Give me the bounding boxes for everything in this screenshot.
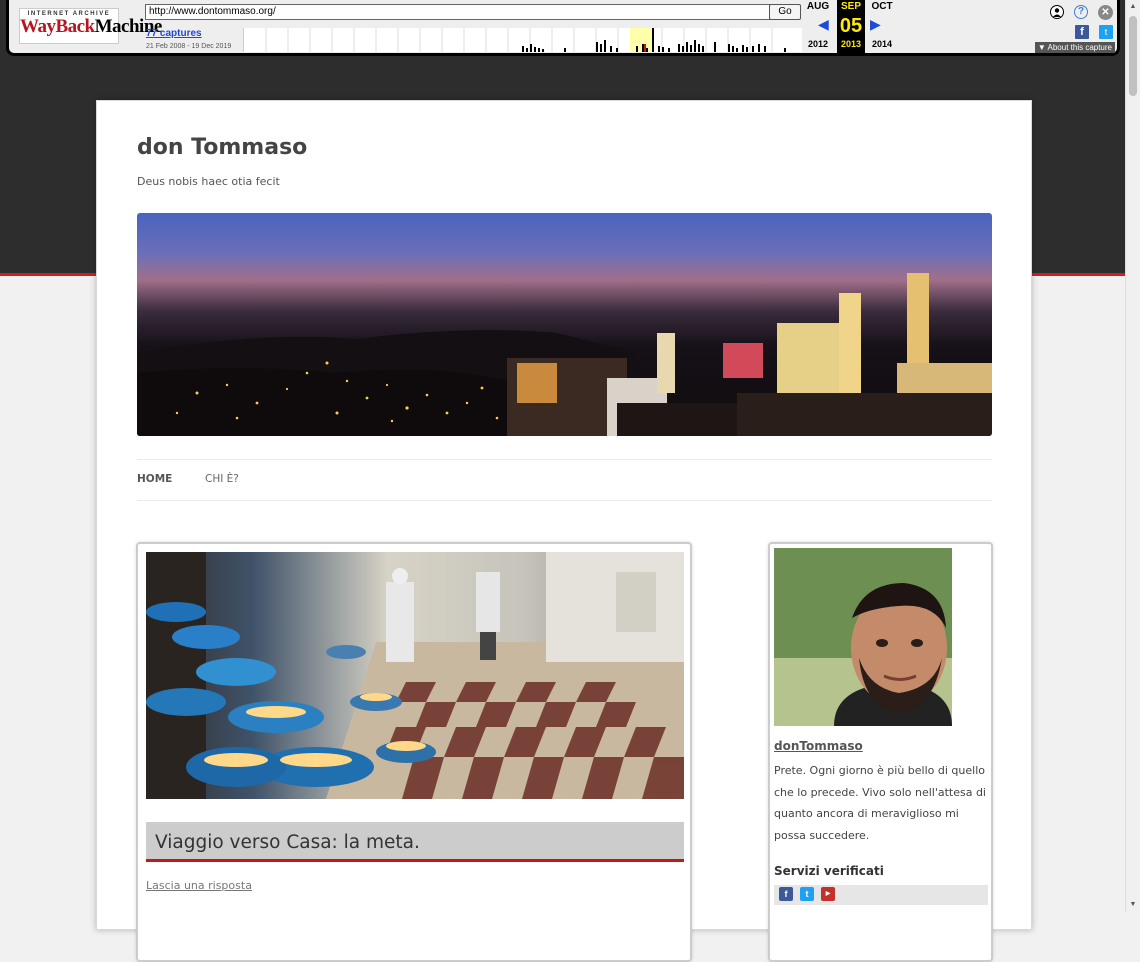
vertical-scrollbar[interactable]: ▲ ▼ (1125, 0, 1140, 912)
youtube-icon[interactable]: ▶ (821, 887, 835, 901)
post-featured-image[interactable] (146, 552, 684, 799)
nav-item-chi-e[interactable]: CHI È? (205, 473, 239, 485)
wayback-logo-wordmark: WayBackMachine (20, 16, 162, 37)
scroll-down-icon[interactable]: ▼ (1126, 898, 1140, 912)
wayback-sparkline-graph (265, 28, 786, 52)
wayback-captures-link[interactable]: 77 captures (146, 28, 202, 39)
services-heading: Servizi verificati (774, 864, 884, 878)
post-title[interactable]: Viaggio verso Casa: la meta. (155, 832, 420, 853)
site-title[interactable]: don Tommaso (137, 135, 307, 160)
wayback-go-button[interactable]: Go (769, 4, 801, 20)
scrollbar-thumb[interactable] (1129, 16, 1137, 96)
wayback-url-input[interactable]: http://www.dontommaso.org/ (145, 4, 773, 20)
header-image[interactable] (137, 213, 992, 436)
author-widget: donTommaso Prete. Ogni giorno è più bell… (768, 542, 993, 962)
post-card: Viaggio verso Casa: la meta. Lascia una … (136, 542, 692, 962)
author-avatar-illustration (774, 548, 952, 726)
post-reply-link[interactable]: Lascia una risposta (146, 879, 252, 892)
post-image-illustration (146, 552, 684, 799)
user-account-icon[interactable] (1050, 5, 1064, 19)
author-name-link[interactable]: donTommaso (774, 739, 863, 753)
page-container: don Tommaso Deus nobis haec otia fecit H… (96, 100, 1032, 962)
wayback-capture-range: 21 Feb 2008 - 19 Dec 2019 (146, 43, 232, 50)
about-this-capture-link[interactable]: ▼ About this capture (1034, 42, 1115, 53)
header-image-illustration (137, 273, 992, 436)
author-bio: Prete. Ogni giorno è più bello di quello… (774, 764, 986, 842)
wayback-toolbar: INTERNET ARCHIVE WayBackMachine http://w… (6, 0, 1120, 56)
wayback-logo[interactable]: INTERNET ARCHIVE WayBackMachine (19, 8, 162, 44)
wayback-next-arrow-icon[interactable]: ▶ (870, 16, 881, 33)
twitter-share-icon[interactable]: t (1099, 25, 1113, 39)
help-icon[interactable]: ? (1074, 5, 1088, 19)
facebook-icon[interactable]: f (779, 887, 793, 901)
site-description: Deus nobis haec otia fecit (137, 175, 280, 188)
post-title-bar: Viaggio verso Casa: la meta. (146, 822, 684, 862)
scroll-up-icon[interactable]: ▲ (1126, 0, 1140, 14)
facebook-share-icon[interactable]: f (1075, 25, 1089, 39)
close-icon[interactable]: ✕ (1098, 5, 1113, 20)
nav-item-home[interactable]: HOME (137, 473, 172, 485)
wayback-prev-arrow-icon[interactable]: ◀ (818, 16, 829, 33)
verified-services-row: f t ▶ (774, 885, 988, 905)
wayback-current-day: 05 (837, 14, 865, 38)
main-navigation: HOME CHI È? (137, 459, 992, 501)
wayback-sparkline[interactable] (243, 28, 802, 52)
twitter-icon[interactable]: t (800, 887, 814, 901)
author-avatar[interactable] (774, 548, 952, 726)
